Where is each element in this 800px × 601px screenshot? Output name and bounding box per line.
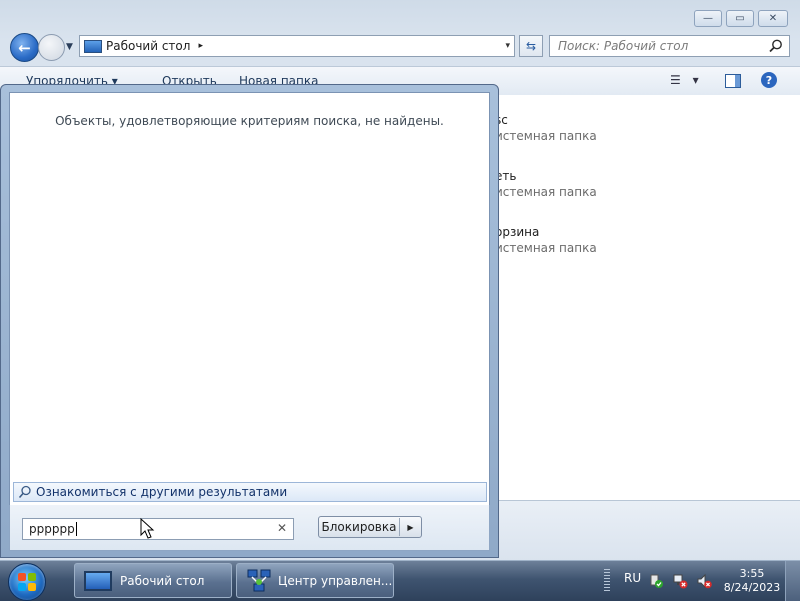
see-more-label: Ознакомиться с другими результатами	[36, 485, 288, 499]
language-indicator[interactable]: RU	[624, 571, 641, 585]
address-dropdown-icon[interactable]: ▾	[505, 41, 510, 51]
lock-button[interactable]: Блокировка ▶	[318, 516, 422, 538]
breadcrumb-desktop[interactable]: Рабочий стол	[106, 39, 190, 53]
volume-muted-icon[interactable]	[696, 573, 712, 589]
taskbar: Рабочий стол Центр управлен... RU 3:55 8…	[0, 560, 800, 601]
shutdown-options-arrow-icon[interactable]: ▶	[400, 523, 421, 532]
window-controls: — ▭ ✕	[694, 10, 788, 27]
back-button[interactable]: ←	[10, 33, 39, 62]
recent-pages-dropdown[interactable]: ▼	[66, 42, 73, 52]
taskbar-button-network-center[interactable]: Центр управлен...	[236, 563, 394, 598]
minimize-button[interactable]: —	[694, 10, 722, 27]
search-icon	[18, 485, 31, 499]
start-menu: Объекты, удовлетворяющие критериям поиск…	[0, 84, 499, 558]
refresh-icon: ⇆	[525, 39, 537, 53]
explorer-search-box[interactable]: Поиск: Рабочий стол	[549, 35, 790, 57]
preview-pane-icon[interactable]	[725, 74, 741, 88]
breadcrumb-arrow-icon[interactable]: ▸	[198, 41, 203, 51]
taskbar-button-label: Рабочий стол	[120, 573, 205, 588]
close-button[interactable]: ✕	[758, 10, 788, 27]
list-item[interactable]: еть истемная папка	[495, 169, 597, 199]
taskbar-button-label: Центр управлен...	[278, 573, 393, 588]
clear-search-icon[interactable]: ✕	[277, 521, 287, 535]
network-center-icon	[247, 569, 271, 591]
action-center-icon[interactable]	[648, 573, 664, 589]
start-search-input[interactable]: pppppp ✕	[22, 518, 294, 540]
arrow-left-icon: ←	[18, 38, 31, 57]
address-bar[interactable]: Рабочий стол ▸ ▾	[79, 35, 515, 57]
view-list-icon: ☰	[670, 73, 681, 87]
start-button[interactable]	[8, 563, 46, 601]
mouse-cursor-icon	[140, 518, 155, 539]
clock[interactable]: 3:55 8/24/2023	[722, 567, 782, 595]
start-search-value: pppppp	[29, 522, 75, 536]
refresh-button[interactable]: ⇆	[519, 35, 543, 57]
list-item[interactable]: sc истемная папка	[495, 113, 597, 143]
text-caret	[75, 522, 77, 536]
tray-grip[interactable]	[604, 569, 610, 591]
desktop-icon	[84, 39, 102, 53]
forward-button[interactable]	[38, 34, 65, 61]
file-name: sc	[495, 113, 508, 127]
file-type: истемная папка	[495, 129, 597, 143]
maximize-button[interactable]: ▭	[726, 10, 754, 27]
see-more-results-link[interactable]: Ознакомиться с другими результатами	[13, 482, 487, 502]
no-results-message: Объекты, удовлетворяющие критериям поиск…	[55, 114, 444, 128]
desktop-icon	[84, 570, 112, 591]
windows-logo-icon	[18, 573, 36, 591]
view-options-button[interactable]: ☰ ▾	[670, 73, 699, 87]
file-type: истемная папка	[495, 185, 597, 199]
file-name: орзина	[495, 225, 540, 239]
clock-date: 8/24/2023	[723, 581, 781, 594]
help-icon[interactable]: ?	[761, 72, 777, 88]
file-type: истемная папка	[495, 241, 597, 255]
taskbar-button-desktop[interactable]: Рабочий стол	[74, 563, 232, 598]
search-icon[interactable]	[768, 38, 784, 54]
show-desktop-button[interactable]	[785, 561, 800, 601]
lock-button-label: Блокировка	[319, 518, 400, 536]
file-name: еть	[495, 169, 517, 183]
search-results-pane: Объекты, удовлетворяющие критериям поиск…	[9, 92, 490, 506]
clock-time: 3:55	[739, 567, 765, 580]
view-dropdown-icon: ▾	[692, 73, 699, 87]
explorer-search-placeholder: Поиск: Рабочий стол	[558, 39, 689, 53]
network-status-icon[interactable]	[672, 573, 688, 589]
list-item[interactable]: орзина истемная папка	[495, 225, 597, 255]
start-menu-footer: pppppp ✕ Блокировка ▶	[9, 505, 490, 551]
